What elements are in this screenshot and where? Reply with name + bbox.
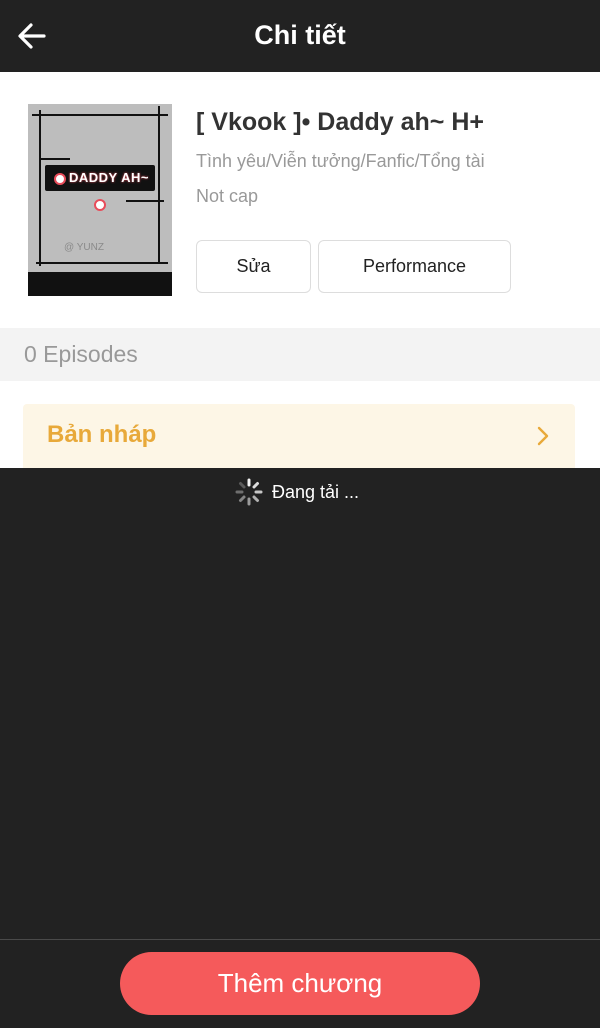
edit-button[interactable]: Sửa [196, 240, 311, 293]
cover-badge-dot [54, 172, 66, 185]
chevron-right-icon [537, 426, 549, 446]
story-detail-panel: DADDY AH~ @ YUNZ [ Vkook ]• Daddy ah~ H+… [0, 72, 600, 468]
spinner-icon [235, 478, 263, 506]
loading-indicator: Đang tải ... [0, 476, 600, 506]
add-chapter-button[interactable]: Thêm chương [120, 952, 480, 1015]
cover-frame-line [39, 110, 41, 266]
story-cover-image[interactable]: DADDY AH~ @ YUNZ [28, 104, 172, 296]
cover-frame-line [158, 106, 160, 264]
top-app-bar: Chi tiết [0, 0, 600, 72]
episodes-header: 0 Episodes [0, 328, 600, 381]
performance-button[interactable]: Performance [318, 240, 511, 293]
cover-badge-text: DADDY AH~ [69, 170, 149, 185]
cover-frame-line [40, 158, 70, 160]
cover-bottom-bar [28, 272, 172, 296]
cover-frame-line [36, 262, 168, 264]
cover-frame-line [126, 200, 164, 202]
story-genres: Tình yêu/Viễn tưởng/Fanfic/Tổng tài [196, 151, 485, 171]
draft-row[interactable]: Bản nháp [23, 404, 575, 468]
footer-divider [0, 939, 600, 940]
cover-badge-dot [94, 198, 106, 211]
story-status: Not cap [196, 186, 259, 206]
cover-frame-line [32, 114, 168, 116]
draft-label: Bản nháp [47, 421, 157, 448]
story-title: [ Vkook ]• Daddy ah~ H+ [196, 108, 484, 136]
page-title: Chi tiết [254, 20, 346, 50]
loading-text: Đang tải ... [272, 482, 360, 502]
episodes-count: 0 Episodes [24, 341, 138, 367]
cover-signature: @ YUNZ [64, 242, 104, 253]
cover-badge: DADDY AH~ [45, 165, 155, 211]
